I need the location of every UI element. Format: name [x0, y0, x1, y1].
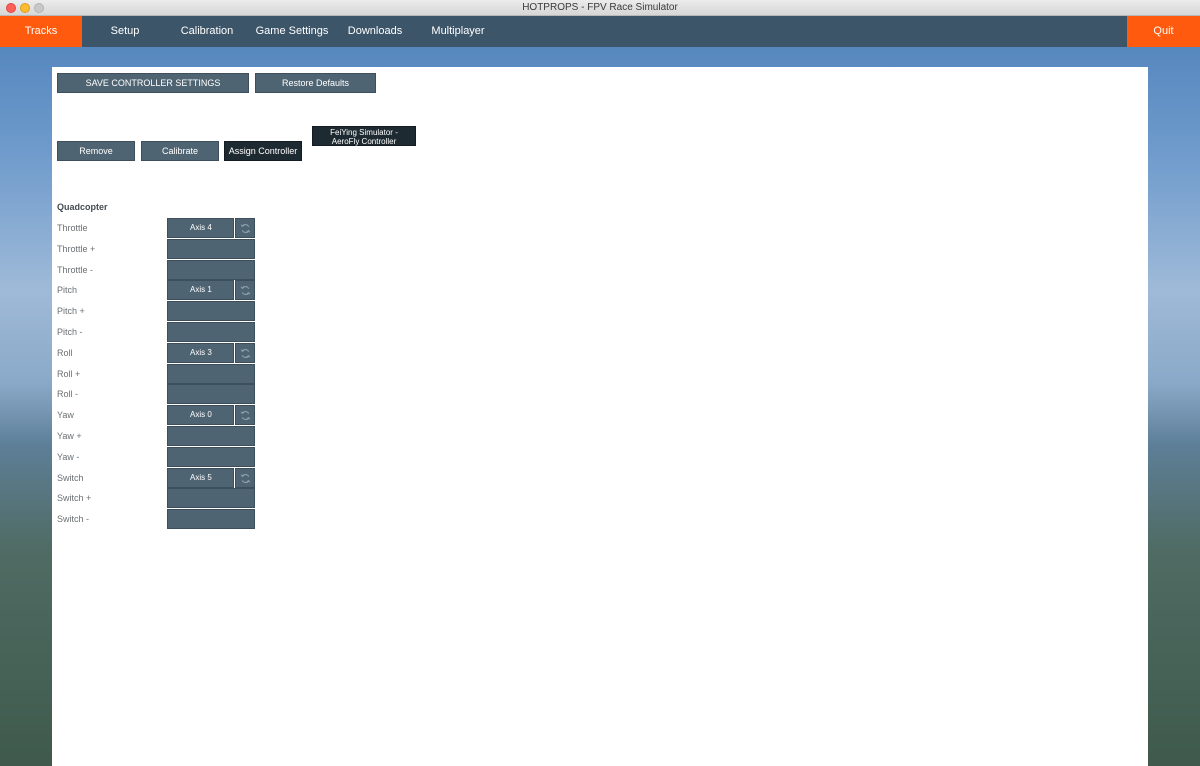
mapping-row: Roll + [57, 363, 277, 384]
mapping-label: Roll - [57, 389, 79, 400]
axis-assignment-field[interactable]: Axis 1 [167, 280, 234, 301]
calibrate-button[interactable]: Calibrate [141, 141, 219, 161]
mapping-row: Yaw + [57, 426, 277, 446]
controller-name-line1: FeiYing Simulator - [330, 128, 398, 137]
mapping-label: Pitch - [57, 327, 83, 337]
refresh-icon [240, 348, 251, 358]
mapping-label: Yaw - [57, 451, 80, 462]
minimize-window-button[interactable] [20, 3, 30, 13]
mapping-label: Yaw [57, 410, 74, 421]
controller-name-line2: AeroFly Controller [331, 137, 397, 146]
axis-assignment-field[interactable] [167, 426, 255, 446]
refresh-icon [240, 286, 251, 296]
axis-assignment-field[interactable]: Axis 4 [167, 218, 234, 238]
axis-assignment-field[interactable] [167, 301, 255, 322]
mapping-label: Roll + [57, 368, 81, 379]
mapping-row: Pitch Axis 1 [57, 280, 277, 301]
mapping-row: Roll Axis 3 [57, 342, 277, 363]
mapping-row: Throttle Axis 4 [57, 218, 277, 238]
invert-axis-button[interactable] [235, 342, 255, 363]
mapping-label: Switch + [57, 493, 92, 504]
assign-controller-button[interactable]: Assign Controller [224, 141, 302, 161]
nav-game-settings[interactable]: Game Settings [252, 16, 332, 47]
axis-assignment-field[interactable] [167, 363, 255, 384]
refresh-icon [240, 224, 251, 233]
axis-assignment-field[interactable]: Axis 5 [167, 467, 234, 488]
mapping-row: Pitch + [57, 301, 277, 322]
mapping-label: Throttle - [57, 264, 94, 275]
axis-assignment-field[interactable] [167, 238, 255, 259]
mapping-row: Roll - [57, 384, 277, 405]
nav-multiplayer[interactable]: Multiplayer [424, 16, 492, 47]
nav-tracks[interactable]: Tracks [0, 16, 82, 47]
axis-assignment-field[interactable] [167, 509, 255, 530]
invert-axis-button[interactable] [235, 280, 255, 301]
maximize-window-button[interactable] [34, 3, 44, 13]
mapping-row: Switch + [57, 488, 277, 509]
axis-assignment-field[interactable] [167, 322, 255, 342]
mapping-row: Yaw Axis 0 [57, 405, 277, 426]
mapping-label: Throttle + [57, 243, 96, 254]
mapping-label: Yaw + [57, 431, 82, 441]
axis-assignment-field[interactable]: Axis 0 [167, 405, 234, 426]
close-window-button[interactable] [6, 3, 16, 13]
invert-axis-button[interactable] [235, 405, 255, 426]
axis-assignment-field[interactable] [167, 259, 255, 280]
mapping-label: Switch - [57, 514, 90, 525]
axis-assignment-field[interactable] [167, 488, 255, 509]
mapping-label: Pitch [57, 285, 78, 296]
mapping-row: Switch Axis 5 [57, 467, 277, 488]
controller-settings-panel: SAVE CONTROLLER SETTINGS Restore Default… [52, 67, 1148, 766]
section-title: Quadcopter [57, 202, 108, 212]
nav-downloads[interactable]: Downloads [343, 16, 407, 47]
controller-select-button[interactable]: FeiYing Simulator - AeroFly Controller [312, 126, 416, 146]
mapping-label: Throttle [57, 223, 88, 233]
refresh-icon [240, 473, 251, 483]
mapping-row: Switch - [57, 509, 277, 530]
mapping-label: Pitch + [57, 306, 85, 317]
remove-controller-button[interactable]: Remove [57, 141, 135, 161]
invert-axis-button[interactable] [235, 467, 255, 488]
refresh-icon [240, 411, 251, 421]
axis-assignment-field[interactable] [167, 384, 255, 405]
invert-axis-button[interactable] [235, 218, 255, 238]
window-titlebar: HOTPROPS - FPV Race Simulator [0, 0, 1200, 16]
quit-button[interactable]: Quit [1127, 16, 1200, 47]
axis-assignment-field[interactable] [167, 446, 255, 467]
window-title: HOTPROPS - FPV Race Simulator [522, 2, 678, 13]
save-controller-settings-button[interactable]: SAVE CONTROLLER SETTINGS [57, 73, 249, 93]
main-nav: Tracks Setup Calibration Game Settings D… [0, 16, 1200, 47]
restore-defaults-button[interactable]: Restore Defaults [255, 73, 376, 93]
mapping-row: Yaw - [57, 446, 277, 467]
mapping-label: Switch [57, 472, 84, 483]
mapping-row: Throttle + [57, 238, 277, 259]
nav-calibration[interactable]: Calibration [176, 16, 238, 47]
mapping-row: Throttle - [57, 259, 277, 280]
nav-setup[interactable]: Setup [96, 16, 154, 47]
mapping-label: Roll [57, 347, 73, 358]
mapping-row: Pitch - [57, 322, 277, 342]
axis-assignment-field[interactable]: Axis 3 [167, 342, 234, 363]
